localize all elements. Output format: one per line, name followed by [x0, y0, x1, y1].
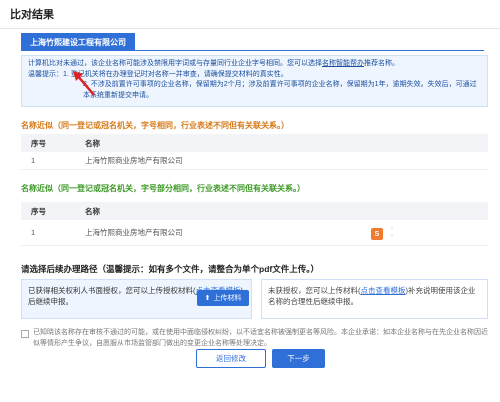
table-header: 序号 名称	[21, 202, 488, 220]
unauthorized-text: 未获授权，您可以上传材料(	[268, 286, 361, 295]
column-header-name: 名称	[85, 206, 100, 216]
notice-text-1-suffix: 推荐名称。	[364, 60, 399, 67]
authorized-text: 已获得相关权利人书面授权，您可以上传授权材料(	[28, 286, 196, 295]
column-header-name: 名称	[85, 138, 100, 148]
agreement-text: 已知晓该名称存在审核不通过的可能，或在使用中面临侵权纠纷，以不适宜名称被强制更名…	[33, 329, 488, 347]
column-header-number: 序号	[31, 138, 46, 148]
name-assistant-link[interactable]: 名称智能帮办	[322, 60, 364, 67]
column-header-number: 序号	[31, 206, 46, 216]
similar-names-table-2: 序号 名称 1 上海竹熙商业房地产有限公司	[21, 202, 488, 246]
section-title-similar-2: 名称近似（同一登记或冠名机关，字号部分相同，行业表述不同但有关联关系。）	[21, 184, 305, 193]
dialog-header: 比对结果	[0, 0, 500, 29]
company-tab[interactable]: 上海竹熙建设工程有限公司	[21, 33, 135, 51]
table-header: 序号 名称	[21, 134, 488, 152]
unauthorized-option-card[interactable]: 未获授权，您可以上传材料(点击查看模板)补充说明使用该企业名称的合理性后继续申报…	[261, 279, 488, 319]
section-title-similar-1: 名称近似（同一登记或冠名机关，字号相同，行业表述不同但有关联关系。）	[21, 121, 289, 130]
upload-button-label: 上传材料	[213, 294, 242, 302]
similar-names-table-1: 序号 名称 1 上海竹熙商业房地产有限公司	[21, 134, 488, 170]
back-edit-button[interactable]: 返回修改	[196, 349, 266, 368]
notice-text-1: 计算机比对未通过，该企业名称可能涉及禁限用字词或与存量同行业企业字号相同。您可以…	[28, 60, 322, 67]
next-step-button[interactable]: 下一步	[272, 349, 325, 368]
sogou-input-icon[interactable]: S	[371, 228, 383, 240]
row-name: 上海竹熙商业房地产有限公司	[85, 156, 183, 165]
upload-icon: ⬆	[204, 294, 211, 302]
table-row: 1 上海竹熙商业房地产有限公司	[21, 220, 488, 246]
notice-box: 计算机比对未通过，该企业名称可能涉及禁限用字词或与存量同行业企业字号相同。您可以…	[21, 55, 488, 107]
row-name: 上海竹熙商业房地产有限公司	[85, 228, 183, 237]
red-arrow-icon	[73, 71, 95, 96]
company-tab-bar: 上海竹熙建设工程有限公司	[21, 33, 484, 51]
row-number: 1	[31, 228, 36, 237]
table-row: 1 上海竹熙商业房地产有限公司	[21, 152, 488, 170]
authorized-option-card[interactable]: 已获得相关权利人书面授权，您可以上传授权材料(点击查看模板)后继续申报。 ⬆ 上…	[21, 279, 252, 319]
upload-button[interactable]: ⬆ 上传材料	[197, 290, 249, 306]
row-number: 1	[31, 156, 36, 165]
path-title: 请选择后续办理路径（温馨提示：如有多个文件，请整合为单个pdf文件上传。）	[21, 264, 319, 274]
input-toolbar-icon[interactable]: ◦ ◦	[391, 226, 401, 242]
template-link-right[interactable]: 点击查看模板	[361, 286, 406, 295]
agreement-section: 已知晓该名称存在审核不通过的可能，或在使用中面临侵权纠纷，以不适宜名称被强制更名…	[21, 328, 488, 349]
agreement-checkbox[interactable]	[21, 330, 29, 338]
dialog-title: 比对结果	[10, 9, 54, 21]
